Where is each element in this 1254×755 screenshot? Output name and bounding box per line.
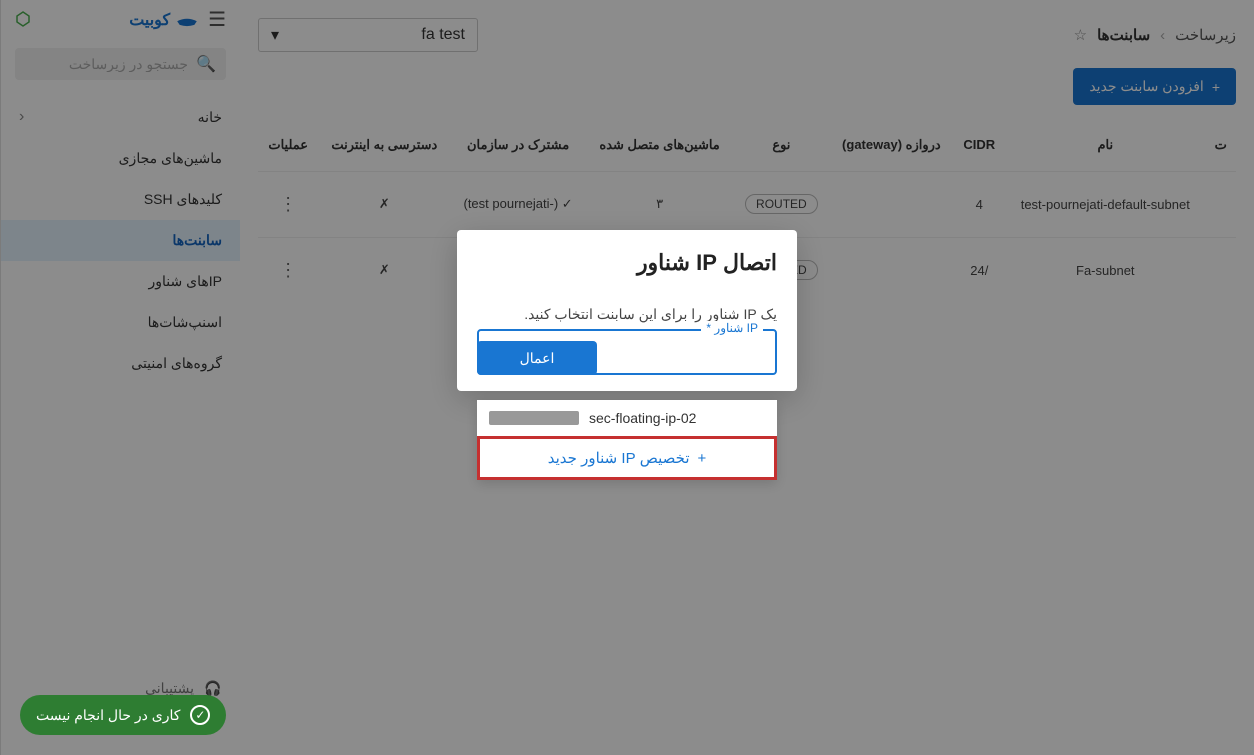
allocate-new-ip-option[interactable]: + تخصیص IP شناور جدید — [477, 436, 777, 480]
floating-ip-dialog: اتصال IP شناور یک IP شناور را برای این س… — [457, 230, 797, 391]
status-text: کاری در حال انجام نیست — [36, 707, 180, 724]
option-label: sec-floating-ip-02 — [589, 410, 696, 426]
redacted-ip — [489, 411, 579, 425]
plus-icon: + — [698, 450, 707, 467]
floating-ip-option[interactable]: sec-floating-ip-02 — [477, 400, 777, 436]
modal-overlay[interactable]: اتصال IP شناور یک IP شناور را برای این س… — [0, 0, 1254, 755]
check-circle-icon: ✓ — [190, 705, 210, 725]
dialog-submit-button[interactable]: اعمال — [477, 341, 597, 375]
status-toast: ✓ کاری در حال انجام نیست — [20, 695, 226, 735]
select-label: IP شناور * — [701, 321, 763, 335]
dialog-title: اتصال IP شناور — [477, 250, 777, 276]
allocate-label: تخصیص IP شناور جدید — [548, 449, 690, 467]
dropdown-panel: sec-floating-ip-02 + تخصیص IP شناور جدید — [477, 400, 777, 480]
